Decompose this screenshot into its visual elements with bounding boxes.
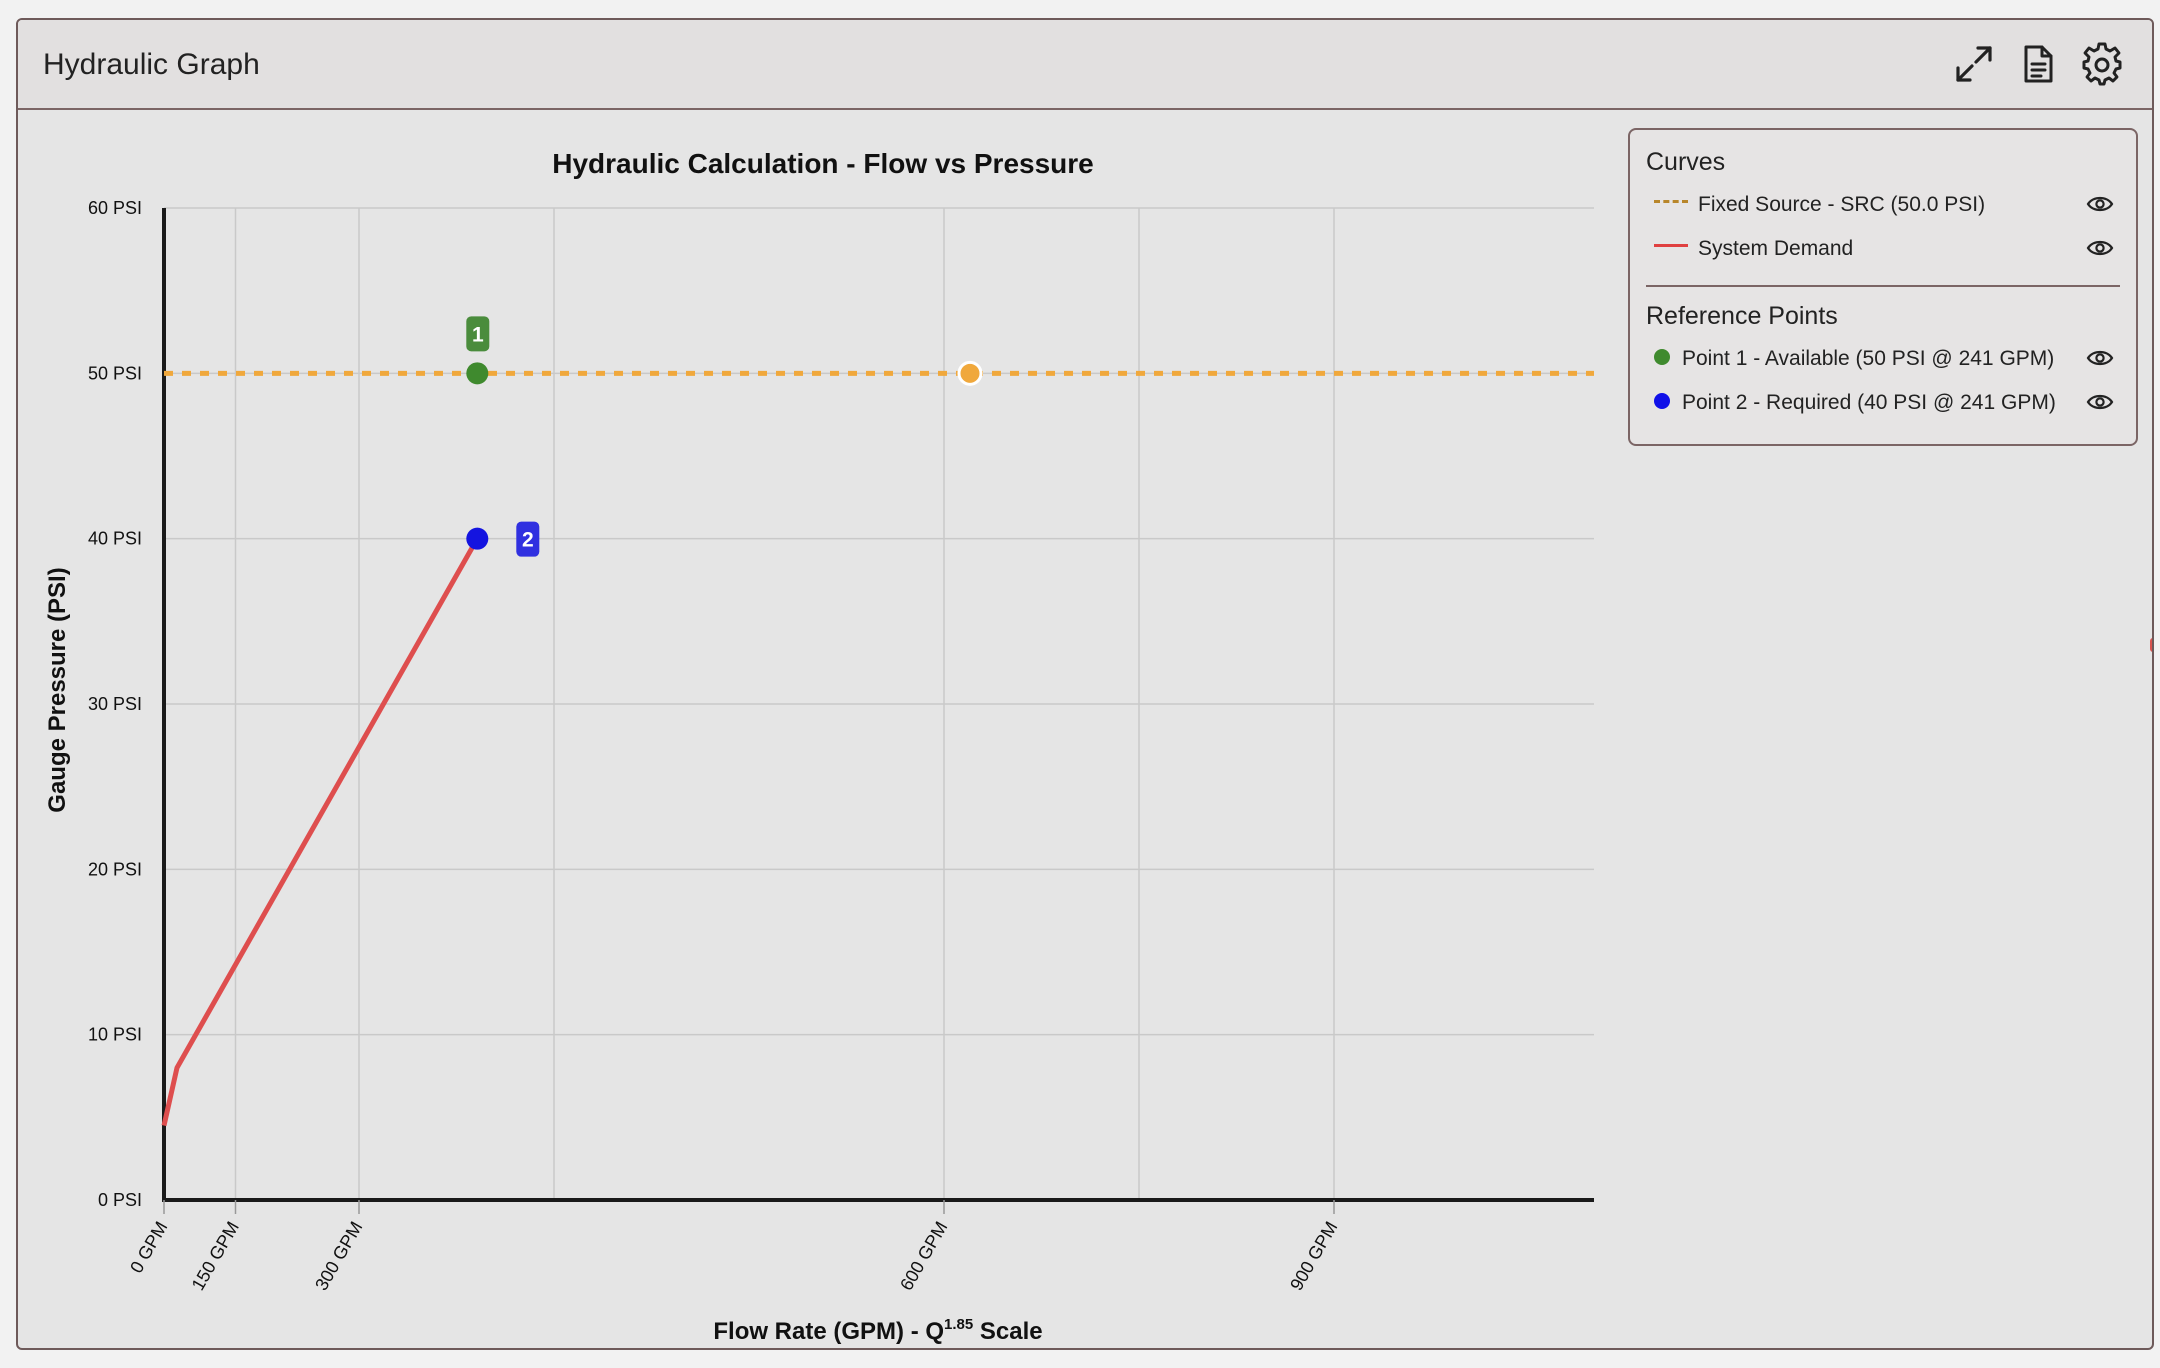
panel-title: Hydraulic Graph (43, 48, 260, 81)
legend-panel: Curves Fixed Source - SRC (50.0 PSI) Sys… (1628, 128, 2138, 446)
document-icon (2024, 45, 2053, 83)
gear-icon (2082, 42, 2122, 86)
x-tick-label: 0 GPM (126, 1218, 171, 1277)
hydraulic-chart: Hydraulic Calculation - Flow vs Pressure… (44, 148, 1594, 1345)
x-tick-label: 150 GPM (188, 1218, 243, 1294)
legend-point-label: Point 1 - Available (50 PSI @ 241 GPM) (1682, 347, 2055, 370)
y-tick-label: 30 PSI (88, 694, 142, 714)
eye-icon[interactable] (2086, 237, 2114, 259)
legend-curve-label: Fixed Source - SRC (50.0 PSI) (1698, 193, 1986, 216)
panel-header: Hydraulic Graph (18, 20, 2152, 110)
eye-icon[interactable] (2086, 347, 2114, 369)
x-tick-label: 600 GPM (896, 1218, 951, 1294)
y-tick-label: 10 PSI (88, 1025, 142, 1045)
legend-curve-label: System Demand (1698, 237, 1854, 260)
reference-point-badge-label: 2 (522, 529, 534, 552)
reference-point-2 (466, 527, 489, 550)
green-dot-icon (1654, 349, 1670, 365)
dashed-line-swatch-icon (1654, 200, 1688, 203)
legend-curve-fixed-source[interactable]: Fixed Source - SRC (50.0 PSI) (1630, 187, 2136, 223)
y-tick-label: 50 PSI (88, 363, 142, 383)
eye-icon[interactable] (2086, 391, 2114, 413)
reference-point-badge-label: 1 (472, 323, 484, 346)
legend-divider (1646, 285, 2120, 287)
system-demand-curve (161, 537, 480, 1127)
report-button[interactable] (2016, 42, 2060, 86)
reference-point-1 (466, 362, 489, 385)
solid-line-swatch-icon (1654, 244, 1688, 247)
fixed-source-marker (957, 360, 983, 386)
eye-icon[interactable] (2086, 193, 2114, 215)
y-tick-label: 60 PSI (88, 198, 142, 218)
chart-area: Hydraulic Calculation - Flow vs Pressure… (18, 110, 1618, 1348)
blue-dot-icon (1654, 393, 1670, 409)
hydraulic-graph-panel: Hydraulic Graph Hydraulic Calculation - … (16, 18, 2154, 1350)
legend-point-label: Point 2 - Required (40 PSI @ 241 GPM) (1682, 391, 2056, 414)
legend-point-2[interactable]: Point 2 - Required (40 PSI @ 241 GPM) (1630, 385, 2136, 421)
legend-point-1[interactable]: Point 1 - Available (50 PSI @ 241 GPM) (1630, 341, 2136, 377)
x-tick-label: 900 GPM (1286, 1218, 1341, 1294)
x-axis-label: Flow Rate (GPM) - Q1.85 Scale (713, 1316, 1042, 1345)
curves-heading: Curves (1646, 148, 1726, 176)
legend-curve-system-demand[interactable]: System Demand (1630, 231, 2136, 267)
expand-button[interactable] (1952, 42, 1996, 86)
y-tick-label: 0 PSI (98, 1190, 142, 1210)
y-tick-label: 20 PSI (88, 859, 142, 879)
resize-handle[interactable] (2150, 638, 2152, 652)
settings-button[interactable] (2080, 42, 2124, 86)
chart-title: Hydraulic Calculation - Flow vs Pressure (552, 148, 1094, 179)
x-tick-label: 300 GPM (311, 1218, 366, 1294)
y-axis-label: Gauge Pressure (PSI) (44, 567, 71, 812)
reference-points-heading: Reference Points (1646, 302, 1838, 330)
expand-icon (1956, 46, 1992, 82)
y-tick-label: 40 PSI (88, 529, 142, 549)
